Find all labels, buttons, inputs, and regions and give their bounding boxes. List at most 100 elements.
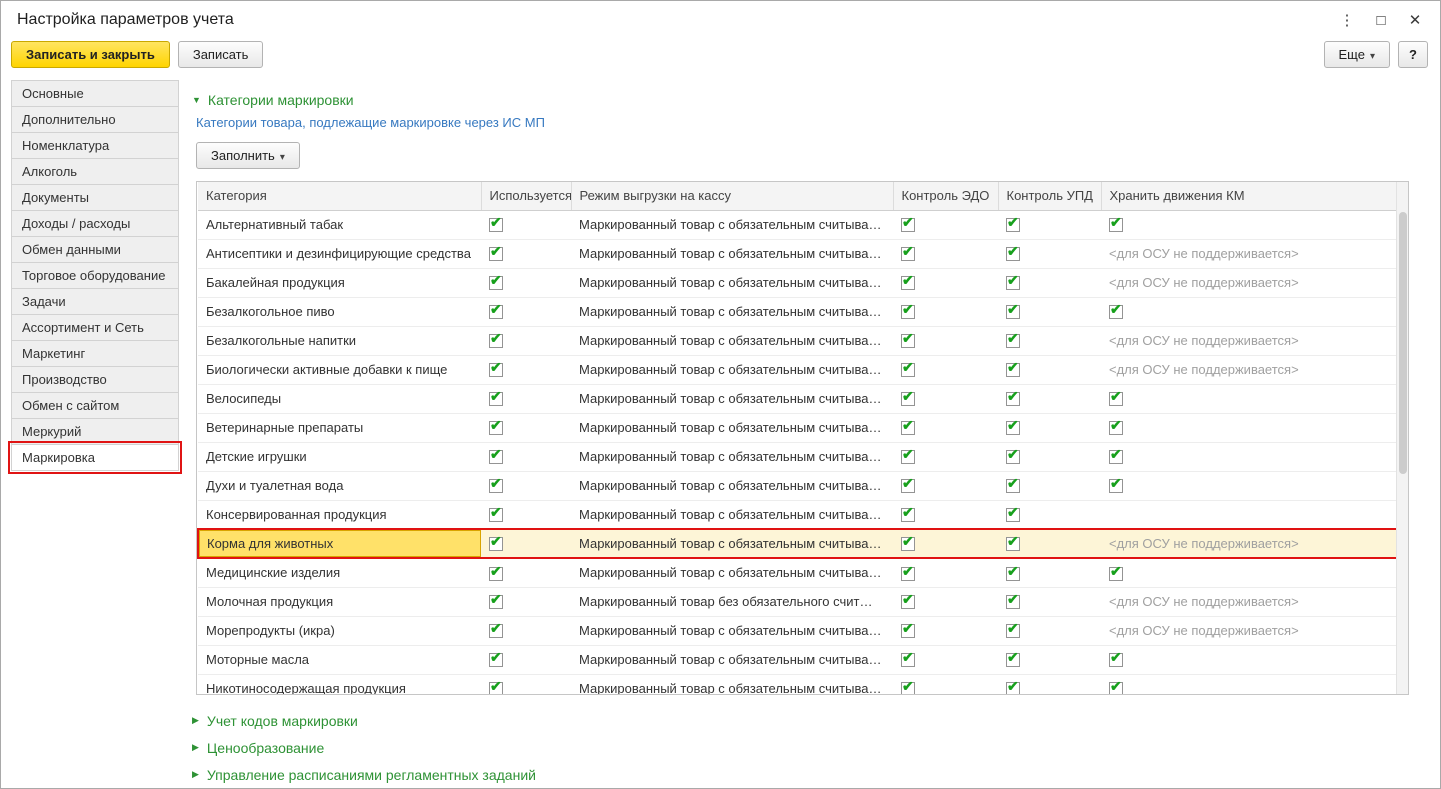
sidebar-item-zadachi[interactable]: Задачи [11, 288, 179, 315]
column-header[interactable]: Хранить движения КМ [1101, 182, 1399, 211]
more-button[interactable]: Еще ▾ [1323, 41, 1390, 68]
edo-checkbox[interactable]: ✔ [901, 534, 915, 552]
cash-register-mode-cell[interactable]: Маркированный товар с обязательным считы… [571, 413, 893, 443]
sidebar-item-merkuriy[interactable]: Меркурий [11, 418, 179, 445]
sidebar-item-dopolnitelno[interactable]: Дополнительно [11, 106, 179, 133]
category-cell[interactable]: Антисептики и дезинфицирующие средства [198, 239, 481, 269]
category-cell[interactable]: Детские игрушки [198, 442, 481, 472]
edo-checkbox[interactable]: ✔ [901, 476, 915, 494]
km-checkbox[interactable]: ✔ [1109, 302, 1123, 320]
upd-checkbox[interactable]: ✔ [1006, 360, 1020, 378]
km-checkbox[interactable]: ✔ [1109, 215, 1123, 233]
used-checkbox[interactable]: ✔ [489, 476, 503, 494]
help-button[interactable]: ? [1398, 41, 1428, 68]
used-checkbox[interactable]: ✔ [489, 331, 503, 349]
upd-checkbox[interactable]: ✔ [1006, 215, 1020, 233]
sidebar-item-obmen-s-saytom[interactable]: Обмен с сайтом [11, 392, 179, 419]
category-cell[interactable]: Велосипеды [198, 384, 481, 414]
upd-checkbox[interactable]: ✔ [1006, 621, 1020, 639]
cash-register-mode-cell[interactable]: Маркированный товар с обязательным считы… [571, 442, 893, 472]
cash-register-mode-cell[interactable]: Маркированный товар с обязательным считы… [571, 384, 893, 414]
category-cell[interactable]: Ветеринарные препараты [198, 413, 481, 443]
category-cell[interactable]: Безалкогольное пиво [198, 297, 481, 327]
used-checkbox[interactable]: ✔ [489, 534, 503, 552]
sidebar-item-assortiment-i-set[interactable]: Ассортимент и Сеть [11, 314, 179, 341]
sidebar-item-markirovka[interactable]: Маркировка [8, 441, 182, 474]
cash-register-mode-cell[interactable]: Маркированный товар с обязательным считы… [571, 268, 893, 298]
used-checkbox[interactable]: ✔ [489, 650, 503, 668]
upd-checkbox[interactable]: ✔ [1006, 273, 1020, 291]
upd-checkbox[interactable]: ✔ [1006, 564, 1020, 581]
edo-checkbox[interactable]: ✔ [901, 389, 915, 407]
save-close-button[interactable]: Записать и закрыть [11, 41, 170, 68]
edo-checkbox[interactable]: ✔ [901, 564, 915, 581]
upd-checkbox[interactable]: ✔ [1006, 331, 1020, 349]
cash-register-mode-cell[interactable]: Маркированный товар с обязательным считы… [571, 558, 893, 588]
category-cell[interactable]: Молочная продукция [198, 587, 481, 617]
cash-register-mode-cell[interactable]: Маркированный товар с обязательным считы… [571, 645, 893, 675]
edo-checkbox[interactable]: ✔ [901, 302, 915, 320]
column-header[interactable]: Используется [481, 182, 572, 211]
upd-checkbox[interactable]: ✔ [1006, 302, 1020, 320]
edo-checkbox[interactable]: ✔ [901, 331, 915, 349]
sidebar-item-proizvodstvo[interactable]: Производство [11, 366, 179, 393]
vertical-scrollbar[interactable] [1396, 182, 1408, 694]
category-cell[interactable]: Моторные масла [198, 645, 481, 675]
scrollbar-thumb[interactable] [1399, 212, 1407, 474]
upd-checkbox[interactable]: ✔ [1006, 650, 1020, 668]
km-checkbox[interactable]: ✔ [1109, 418, 1123, 436]
edo-checkbox[interactable]: ✔ [901, 244, 915, 262]
upd-checkbox[interactable]: ✔ [1006, 447, 1020, 465]
edo-checkbox[interactable]: ✔ [901, 592, 915, 610]
upd-checkbox[interactable]: ✔ [1006, 505, 1020, 523]
cash-register-mode-cell[interactable]: Маркированный товар с обязательным считы… [571, 616, 893, 646]
km-checkbox[interactable]: ✔ [1109, 679, 1123, 694]
used-checkbox[interactable]: ✔ [489, 215, 503, 233]
cash-register-mode-cell[interactable]: Маркированный товар с обязательным считы… [571, 674, 893, 694]
used-checkbox[interactable]: ✔ [489, 273, 503, 291]
used-checkbox[interactable]: ✔ [489, 389, 503, 407]
edo-checkbox[interactable]: ✔ [901, 418, 915, 436]
cash-register-mode-cell[interactable]: Маркированный товар с обязательным считы… [571, 239, 893, 269]
edo-checkbox[interactable]: ✔ [901, 360, 915, 378]
fill-button[interactable]: Заполнить ▾ [196, 142, 300, 169]
used-checkbox[interactable]: ✔ [489, 505, 503, 523]
sidebar-item-dokumenty[interactable]: Документы [11, 184, 179, 211]
category-cell[interactable]: Корма для животных [197, 528, 481, 559]
cash-register-mode-cell[interactable]: Маркированный товар с обязательным считы… [571, 326, 893, 356]
maximize-button[interactable]: □ [1366, 7, 1396, 33]
section-upravlenie-raspisaniyami[interactable]: ▶ Управление расписаниями регламентных за… [192, 761, 1440, 788]
edo-checkbox[interactable]: ✔ [901, 650, 915, 668]
km-checkbox[interactable]: ✔ [1109, 650, 1123, 668]
upd-checkbox[interactable]: ✔ [1006, 244, 1020, 262]
upd-checkbox[interactable]: ✔ [1006, 534, 1020, 552]
cash-register-mode-cell[interactable]: Маркированный товар с обязательным считы… [571, 355, 893, 385]
cash-register-mode-cell[interactable]: Маркированный товар с обязательным считы… [571, 210, 893, 240]
cash-register-mode-cell[interactable]: Маркированный товар с обязательным считы… [571, 471, 893, 501]
sidebar-item-marketing[interactable]: Маркетинг [11, 340, 179, 367]
category-cell[interactable]: Консервированная продукция [198, 500, 481, 530]
category-cell[interactable]: Бакалейная продукция [198, 268, 481, 298]
column-header[interactable]: Категория [198, 182, 482, 211]
save-button[interactable]: Записать [177, 41, 264, 68]
category-cell[interactable]: Альтернативный табак [198, 210, 481, 240]
category-cell[interactable]: Медицинские изделия [198, 558, 481, 588]
km-checkbox[interactable]: ✔ [1109, 447, 1123, 465]
sidebar-item-alkogol[interactable]: Алкоголь [11, 158, 179, 185]
sidebar-item-osnovnye[interactable]: Основные [11, 80, 179, 107]
used-checkbox[interactable]: ✔ [489, 621, 503, 639]
km-checkbox[interactable]: ✔ [1109, 389, 1123, 407]
edo-checkbox[interactable]: ✔ [901, 447, 915, 465]
used-checkbox[interactable]: ✔ [489, 564, 503, 581]
edo-checkbox[interactable]: ✔ [901, 505, 915, 523]
sidebar-item-nomenklatura[interactable]: Номенклатура [11, 132, 179, 159]
cash-register-mode-cell[interactable]: Маркированный товар с обязательным считы… [571, 297, 893, 327]
upd-checkbox[interactable]: ✔ [1006, 476, 1020, 494]
edo-checkbox[interactable]: ✔ [901, 621, 915, 639]
upd-checkbox[interactable]: ✔ [1006, 679, 1020, 694]
sidebar-item-obmen-dannymi[interactable]: Обмен данными [11, 236, 179, 263]
section-marking-categories[interactable]: ▼ Категории маркировки [192, 88, 1440, 112]
sidebar-item-dohody-rashody[interactable]: Доходы / расходы [11, 210, 179, 237]
km-checkbox[interactable]: ✔ [1109, 564, 1123, 581]
used-checkbox[interactable]: ✔ [489, 447, 503, 465]
